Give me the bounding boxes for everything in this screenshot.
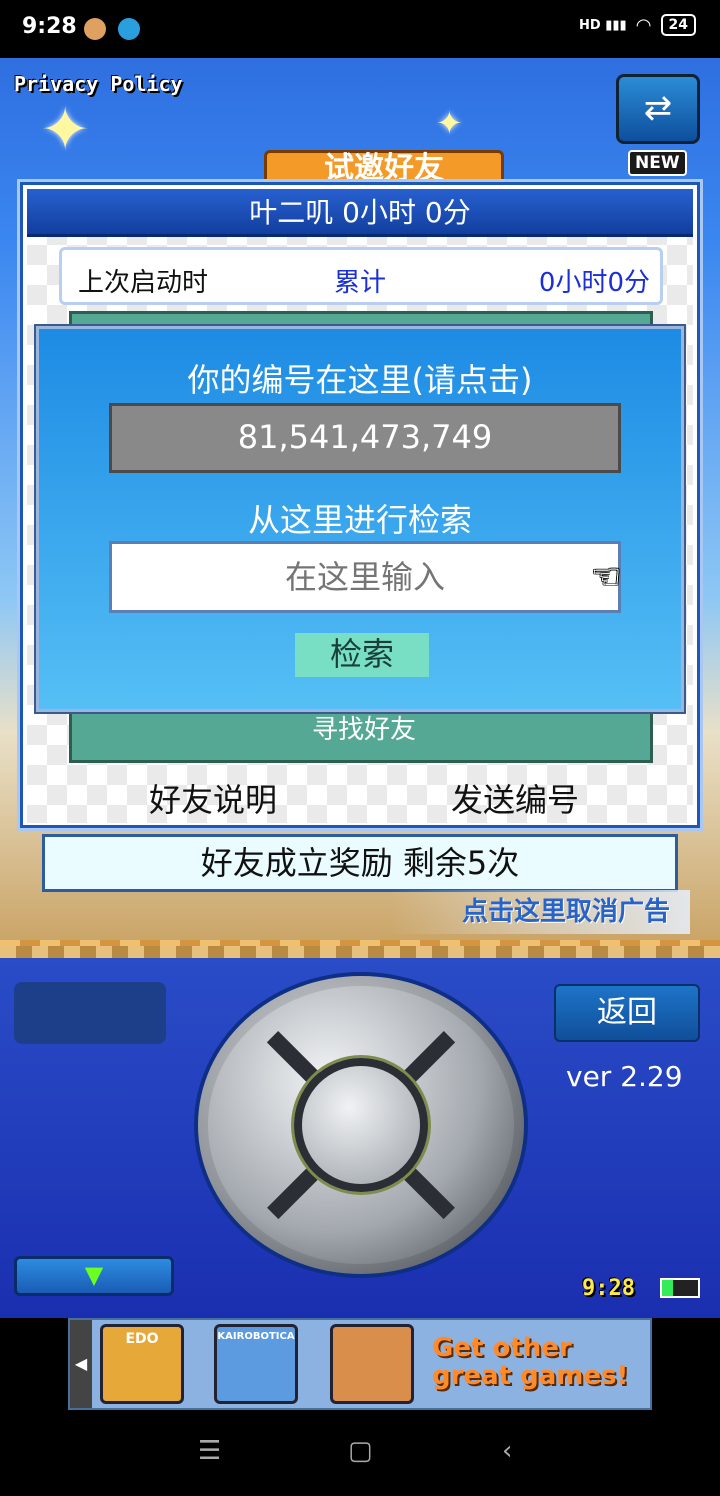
ad-game-label: EDO [125, 1331, 159, 1347]
find-friend-label: 寻找好友 [311, 715, 416, 745]
notification-app-icon [84, 18, 106, 40]
app-screen: 9:28 HD ▮▮▮ ◠ 24 ✦ ✦ 试邀好友 Privacy Policy… [0, 0, 720, 1496]
signal-icon: HD ▮▮▮ [579, 17, 627, 33]
signal-label: HD [579, 17, 601, 33]
ad-game-kairobotica[interactable]: KAIROBOTICA [214, 1324, 298, 1404]
status-time: 9:28 [22, 14, 77, 39]
total-value: 0小时0分 [538, 268, 650, 298]
friend-id-search-input[interactable] [109, 541, 621, 613]
dialog-title: 你的编号在这里(请点击) [187, 361, 533, 399]
sparkle-icon: ✦ [40, 95, 91, 165]
ad-promo-line2: great games! [432, 1361, 629, 1391]
recent-apps-icon[interactable]: ☰ [198, 1436, 221, 1466]
swap-button[interactable]: ⇄ [616, 74, 700, 144]
ad-promo-line1: Get other [432, 1333, 572, 1363]
dpad-center-button[interactable] [294, 1058, 428, 1192]
battery-indicator: 24 [660, 14, 696, 36]
menu-down-button[interactable]: ▼ [14, 1256, 174, 1296]
back-button[interactable]: 返回 [554, 984, 700, 1042]
home-icon[interactable]: ▢ [348, 1436, 373, 1466]
total-label: 累计 [334, 268, 387, 298]
search-button[interactable]: 检索 [295, 633, 429, 677]
new-badge: NEW [628, 150, 687, 176]
last-start-label: 上次启动时 [78, 268, 209, 298]
invite-banner-text: 试邀好友 [324, 151, 444, 186]
friend-search-dialog: 你的编号在这里(请点击) 81,541,473,749 从这里进行检索 ☜ 检索 [36, 326, 684, 712]
sparkle-icon: ✦ [436, 104, 463, 142]
ad-game-cafe[interactable] [330, 1324, 414, 1404]
ad-promo-text[interactable]: Get other great games! [432, 1334, 644, 1390]
privacy-policy-link[interactable]: Privacy Policy [14, 72, 183, 96]
send-id-button[interactable]: 发送编号 [405, 775, 625, 819]
ad-game-edo[interactable]: EDO [100, 1324, 184, 1404]
playtime-stats: 上次启动时 累计 0小时0分 [59, 247, 663, 305]
swap-icon: ⇄ [643, 88, 673, 128]
panel-header: 叶二叽 0小时 0分 [27, 189, 693, 237]
empty-slot [14, 982, 166, 1044]
telegram-icon [118, 18, 140, 40]
status-right: HD ▮▮▮ ◠ 24 [579, 14, 696, 36]
back-nav-icon[interactable]: ‹ [502, 1436, 512, 1466]
ad-banner[interactable]: ◀ EDO KAIROBOTICA Get other great games! [68, 1318, 652, 1410]
status-bar: 9:28 HD ▮▮▮ ◠ 24 [0, 0, 720, 58]
ad-game-label: KAIROBOTICA [217, 1331, 295, 1342]
pointing-hand-icon: ☜ [591, 557, 622, 597]
control-area-border [0, 946, 720, 958]
dpad-icon[interactable] [194, 972, 528, 1278]
search-label: 从这里进行检索 [247, 501, 472, 539]
cancel-ads-link[interactable]: 点击这里取消广告 [390, 890, 690, 934]
game-clock: 9:28 [582, 1276, 635, 1301]
player-id-box[interactable]: 81,541,473,749 [109, 403, 621, 473]
ad-scroll-left-icon[interactable]: ◀ [70, 1320, 92, 1408]
system-nav-bar: ☰ ▢ ‹ [0, 1410, 720, 1496]
friend-explain-button[interactable]: 好友说明 [103, 775, 323, 819]
version-label: ver 2.29 [566, 1060, 683, 1093]
wifi-icon: ◠ [636, 14, 651, 36]
game-battery-icon [660, 1278, 700, 1298]
friend-reward-bar: 好友成立奖励 剩余5次 [42, 834, 678, 892]
